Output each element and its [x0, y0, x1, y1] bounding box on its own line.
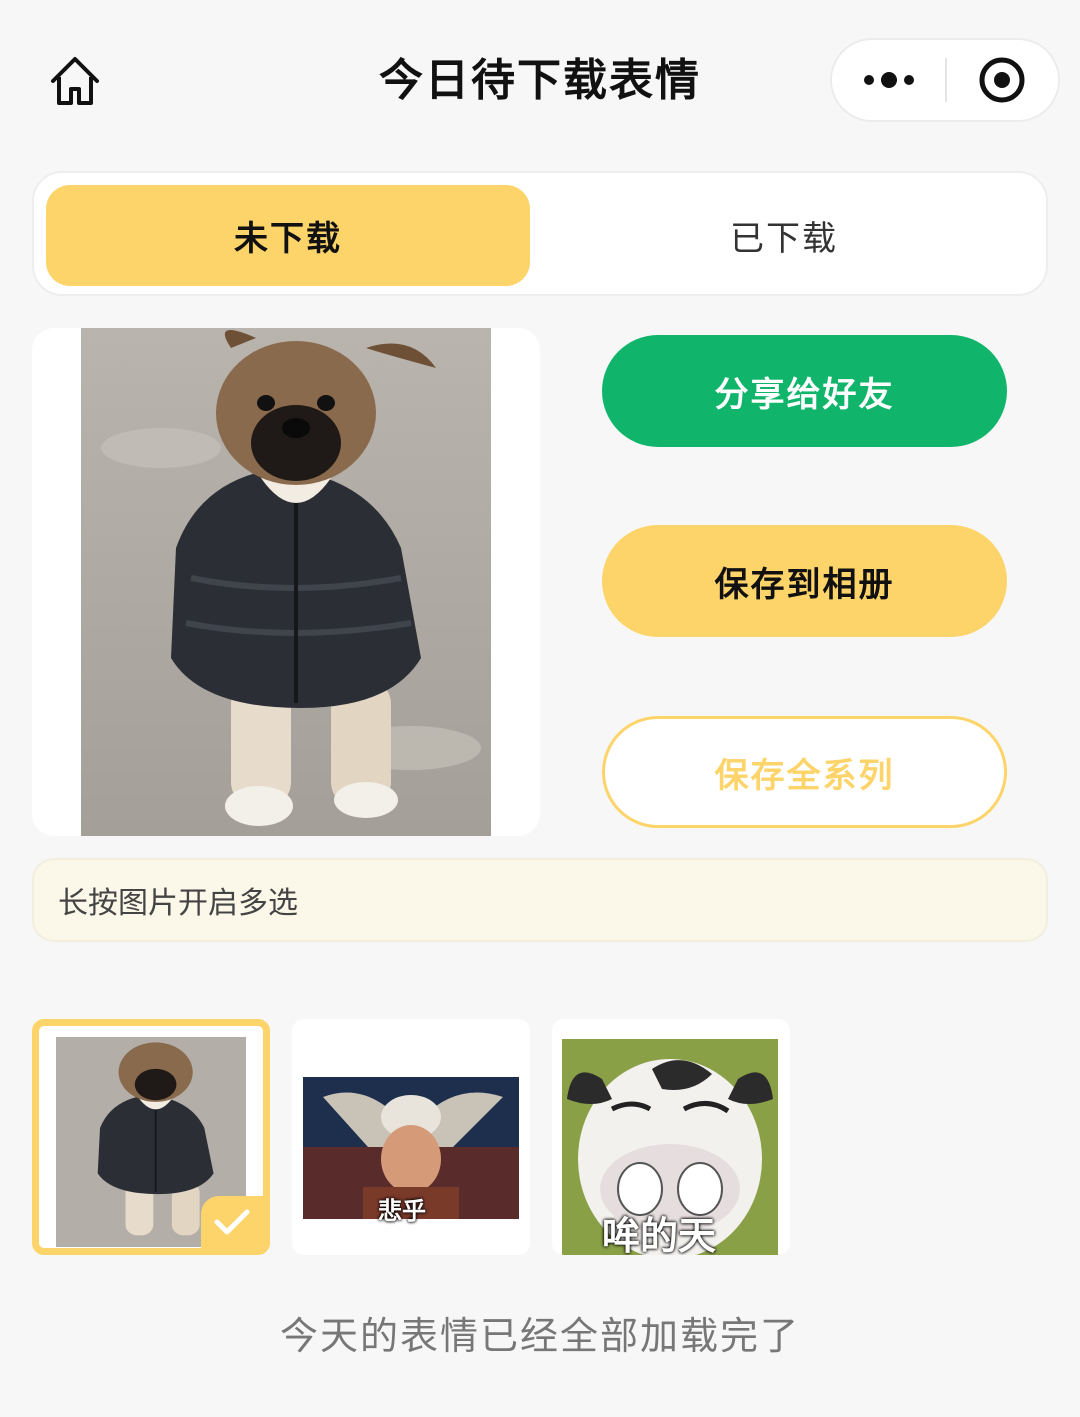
- more-button[interactable]: [832, 40, 945, 120]
- preview-card: [32, 328, 540, 836]
- multi-select-hint: 长按图片开启多选: [32, 858, 1048, 942]
- save-to-album-button[interactable]: 保存到相册: [602, 525, 1007, 637]
- all-loaded-footer: 今天的表情已经全部加载完了: [279, 1314, 800, 1358]
- tab-not-downloaded[interactable]: 未下载: [46, 185, 530, 286]
- thumbnail-item[interactable]: 哞的天: [552, 1019, 790, 1255]
- check-icon: [214, 1209, 250, 1235]
- download-tabs: 未下载 已下载: [32, 171, 1048, 296]
- meme-caption: 哞的天: [602, 1214, 717, 1255]
- mini-program-capsule: [830, 38, 1060, 122]
- meme-caption: 悲乎: [378, 1197, 426, 1225]
- page: 今日待下载表情 未下载 已下载 分享给好友 保存到相册 保存全系列 长按图片开启…: [0, 0, 1080, 1417]
- more-dots-icon: [863, 72, 914, 88]
- share-to-friend-button[interactable]: 分享给好友: [602, 335, 1007, 447]
- close-program-button[interactable]: [947, 40, 1058, 120]
- tab-downloaded[interactable]: 已下载: [542, 185, 1026, 286]
- selected-check-badge: [201, 1196, 263, 1248]
- target-icon: [979, 57, 1025, 103]
- thumbnail-item[interactable]: 悲乎: [292, 1019, 530, 1255]
- save-series-button[interactable]: 保存全系列: [602, 716, 1007, 828]
- puppy-preview-image[interactable]: [81, 328, 491, 836]
- thumbnail-item[interactable]: [32, 1019, 270, 1255]
